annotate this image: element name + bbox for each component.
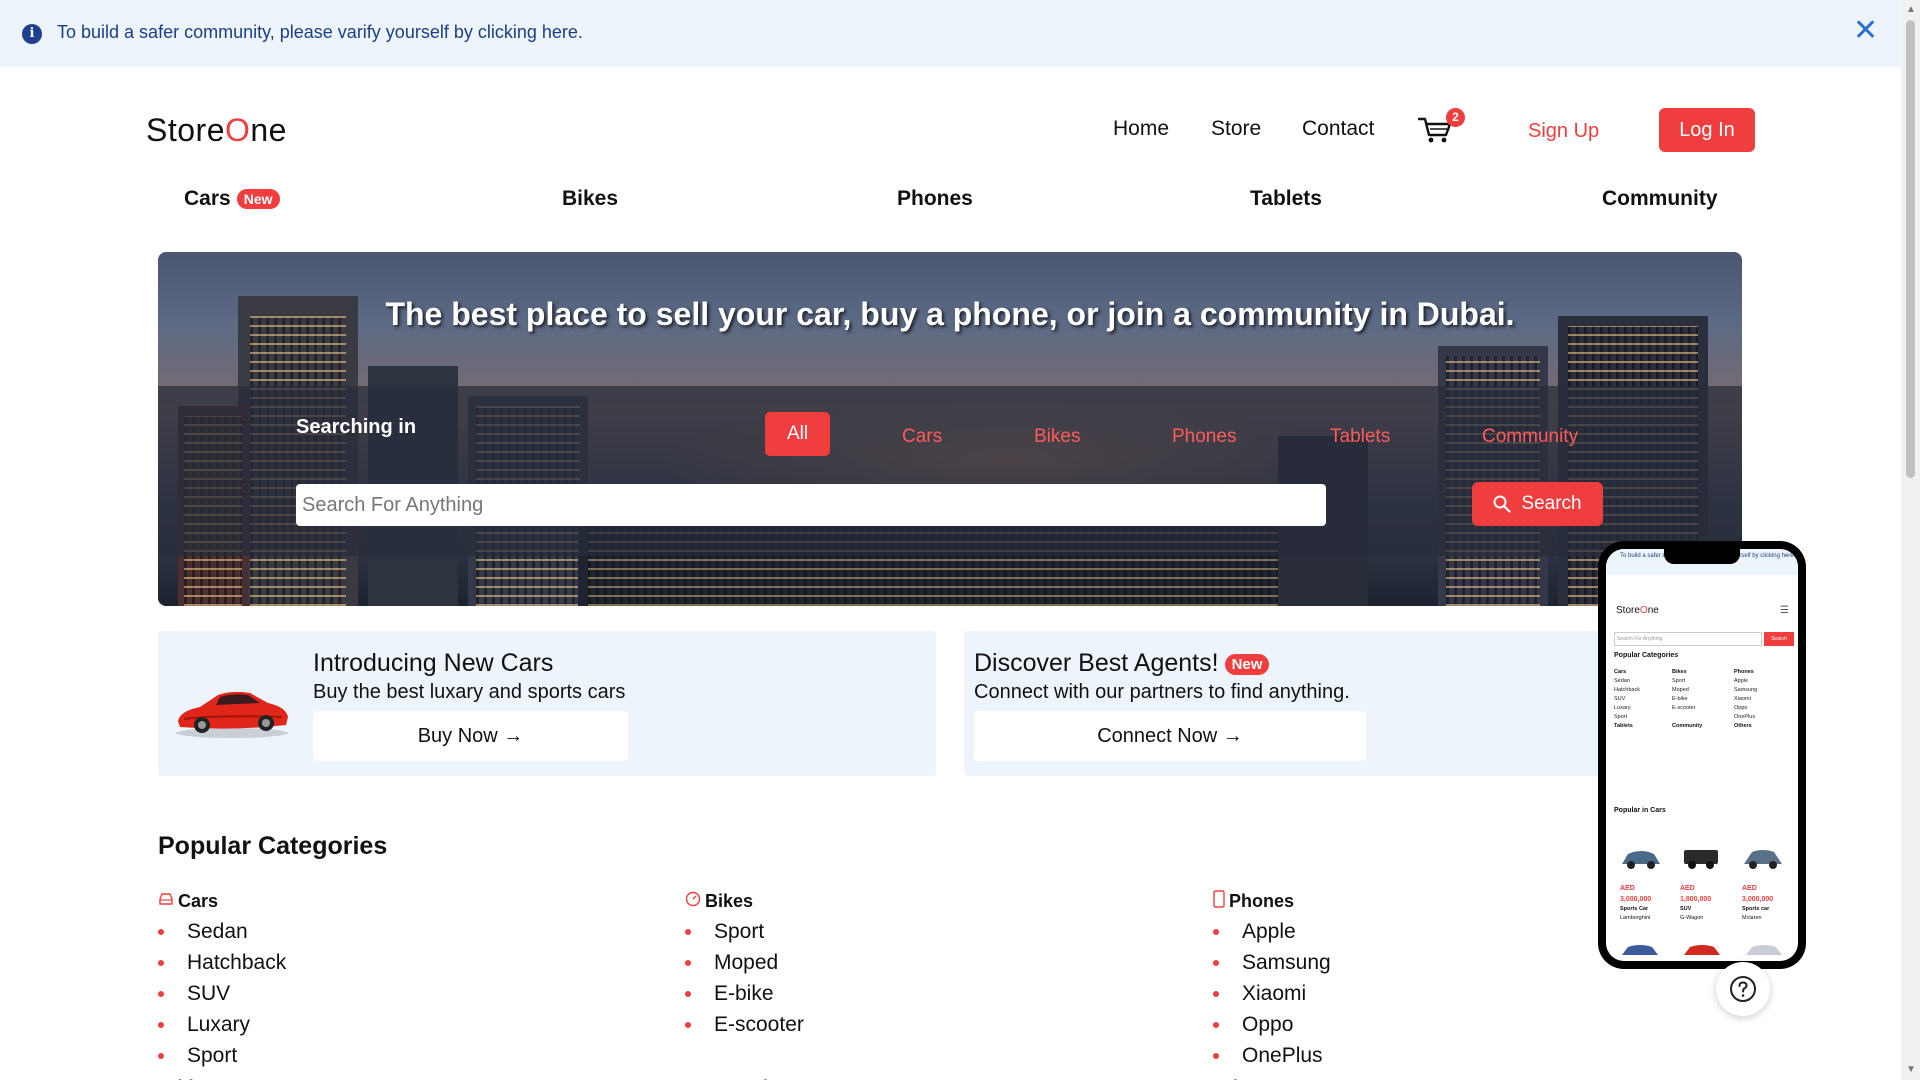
search-icon [1493, 495, 1511, 513]
mobile-car-price: AED 3,000,000 [1620, 885, 1652, 903]
category-cars[interactable]: Cars New [184, 187, 280, 211]
info-icon: i [22, 24, 42, 44]
popular-heading-bikes[interactable]: Bikes [685, 890, 804, 912]
phone-notch [1664, 549, 1740, 564]
popular-column-cars: Cars Sedan Hatchback SUV Luxary Sport Ta… [158, 890, 286, 1080]
category-bikes[interactable]: Bikes [562, 187, 618, 211]
mobile-car-info: Sports car Mclaren [1742, 906, 1770, 921]
searching-in-label: Searching in [296, 416, 417, 438]
buy-now-button[interactable]: Buy Now → [313, 711, 628, 761]
cart-count-badge: 2 [1446, 108, 1465, 127]
hero-banner: The best place to sell your car, buy a p… [158, 252, 1742, 606]
connect-now-button[interactable]: Connect Now → [974, 711, 1366, 761]
list-item[interactable]: Oppo [1213, 1009, 1331, 1040]
phone-icon [1213, 889, 1225, 913]
mobile-logo: StoreOne [1616, 605, 1659, 616]
promo-card-cars: Introducing New Cars Buy the best luxary… [158, 631, 936, 776]
popular-column-phones: Phones Apple Samsung Xiaomi Oppo OnePlus… [1213, 889, 1331, 1080]
list-item[interactable]: Sedan [158, 916, 286, 947]
list-item[interactable]: Luxary [158, 1009, 286, 1040]
mobile-search-button: Search [1764, 632, 1794, 646]
search-panel: Searching in All Cars Bikes Phones Table… [158, 386, 1742, 556]
speedometer-icon [685, 891, 701, 912]
verification-banner[interactable]: i To build a safer community, please var… [0, 0, 1901, 67]
popular-heading-cars[interactable]: Cars [158, 890, 286, 912]
mobile-preview-screen: To build a safer community, please varif… [1606, 549, 1798, 961]
grey-car-image [1744, 850, 1782, 869]
signup-link[interactable]: Sign Up [1528, 120, 1599, 143]
red-car-image [1684, 945, 1720, 955]
mobile-car-info: Sports Car Lamborghini [1620, 906, 1651, 921]
promo-agents-subtitle: Connect with our partners to find anythi… [974, 681, 1350, 703]
mobile-cars-list: Cars Sedan Hatchback SUV Luxary Sport Tablet… [1614, 669, 1640, 729]
search-button[interactable]: Search [1472, 482, 1603, 526]
popular-categories-title: Popular Categories [158, 832, 388, 860]
blue-car-image [1622, 851, 1660, 869]
nav-home[interactable]: Home [1113, 117, 1169, 141]
mobile-bikes-list: Bikes Sport Moped E-bike E-scooter Communit… [1672, 669, 1703, 729]
login-button[interactable]: Log In [1659, 108, 1755, 152]
search-button-label: Search [1521, 493, 1582, 514]
question-mark-icon [1730, 976, 1756, 1002]
hamburger-menu-icon: ☰ [1780, 605, 1789, 616]
list-item[interactable]: OnePlus [1213, 1040, 1331, 1071]
mobile-car-price: AED 3,000,000 [1742, 885, 1774, 903]
popular-heading-phones[interactable]: Phones [1213, 889, 1331, 913]
scope-tab-tablets[interactable]: Tablets [1330, 426, 1390, 448]
car-icon [158, 892, 174, 911]
promo-cars-subtitle: Buy the best luxary and sports cars [313, 681, 626, 703]
scrollbar-thumb[interactable] [1906, 20, 1915, 478]
list-item[interactable]: Apple [1213, 916, 1331, 947]
hero-title: The best place to sell your car, buy a p… [385, 296, 1515, 332]
mobile-popular-in-cars: Popular in Cars [1614, 807, 1666, 814]
new-badge: New [1224, 653, 1270, 675]
mobile-search-input: Search For Anything [1614, 632, 1762, 646]
nav-store[interactable]: Store [1211, 117, 1261, 141]
blue-car-image [1622, 945, 1658, 955]
list-item[interactable]: Moped [685, 947, 804, 978]
list-item[interactable]: Samsung [1213, 947, 1331, 978]
list-item[interactable]: E-scooter [685, 1009, 804, 1040]
list-item[interactable]: SUV [158, 978, 286, 1009]
scope-tab-cars[interactable]: Cars [902, 426, 942, 448]
promo-card-agents: Discover Best Agents! New Connect with ou… [964, 631, 1644, 776]
scope-tab-phones[interactable]: Phones [1172, 426, 1236, 448]
scope-tab-community[interactable]: Community [1482, 426, 1578, 448]
scope-tab-bikes[interactable]: Bikes [1034, 426, 1080, 448]
new-badge: New [236, 189, 280, 210]
verification-message[interactable]: To build a safer community, please varif… [57, 22, 583, 43]
mobile-car-price: AED 1,800,000 [1680, 885, 1712, 903]
scroll-down-icon[interactable]: ▼ [1906, 1064, 1916, 1075]
close-icon[interactable]: ✕ [1853, 16, 1878, 46]
red-sports-car-image [176, 691, 288, 738]
scope-tab-all[interactable]: All [765, 412, 830, 456]
promo-cars-title: Introducing New Cars [313, 649, 554, 677]
promo-agents-title: Discover Best Agents! New [974, 649, 1270, 678]
category-phones[interactable]: Phones [897, 187, 973, 211]
black-suv-image [1684, 850, 1718, 869]
category-community[interactable]: Community [1602, 187, 1718, 211]
help-button[interactable] [1716, 962, 1770, 1016]
list-item[interactable]: Sport [685, 916, 804, 947]
search-input[interactable] [296, 484, 1326, 526]
mobile-phones-list: Phones Apple Samsung Xiaomi Oppo OnePlus Oth… [1734, 669, 1758, 729]
list-item[interactable]: Xiaomi [1213, 978, 1331, 1009]
white-car-image [1746, 945, 1782, 955]
list-item[interactable]: Hatchback [158, 947, 286, 978]
page-scrollbar[interactable]: ▲ ▼ [1901, 0, 1920, 1080]
mobile-popular-title: Popular Categories [1614, 652, 1679, 659]
mobile-preview-phone: To build a safer community, please varif… [1598, 541, 1806, 969]
nav-contact[interactable]: Contact [1302, 117, 1374, 141]
popular-column-bikes: Bikes Sport Moped E-bike E-scooter Commu… [685, 890, 804, 1080]
list-item[interactable]: E-bike [685, 978, 804, 1009]
mobile-car-info: SUV G-Wagon [1680, 906, 1704, 921]
category-tablets[interactable]: Tablets [1250, 187, 1322, 211]
scroll-up-icon[interactable]: ▲ [1906, 4, 1916, 15]
list-item[interactable]: Sport [158, 1040, 286, 1071]
logo[interactable]: StoreOne [146, 112, 287, 149]
